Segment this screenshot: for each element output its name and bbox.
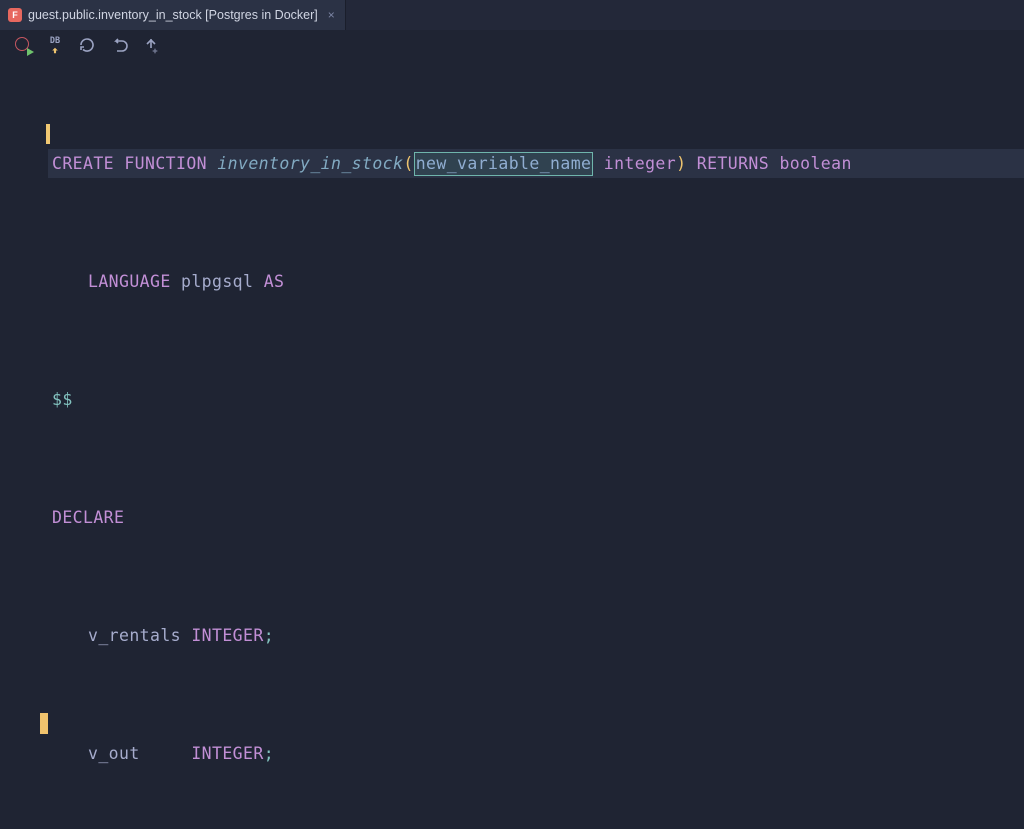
editor-gutter [0, 60, 48, 829]
code-area[interactable]: CREATE FUNCTION inventory_in_stock(new_v… [48, 60, 1024, 829]
run-icon [14, 36, 32, 54]
tab-title: guest.public.inventory_in_stock [Postgre… [28, 8, 318, 22]
editor-tab[interactable]: F guest.public.inventory_in_stock [Postg… [0, 0, 346, 30]
sparkle-arrow-icon [142, 36, 160, 54]
run-button[interactable] [14, 36, 32, 54]
function-badge-icon: F [8, 8, 22, 22]
code-line[interactable]: $$ [48, 385, 1024, 415]
code-line[interactable]: CREATE FUNCTION inventory_in_stock(new_v… [48, 149, 1024, 179]
close-icon[interactable]: × [324, 8, 335, 22]
refresh-button[interactable] [78, 36, 96, 54]
db-label: DB [50, 36, 60, 46]
refresh-icon [78, 36, 96, 54]
commit-button[interactable] [142, 36, 160, 54]
code-line[interactable]: v_rentals INTEGER; [48, 621, 1024, 651]
editor-toolbar: DB [0, 30, 1024, 60]
refactor-highlight[interactable]: new_variable_name [414, 152, 594, 176]
upload-arrow-icon [50, 47, 60, 54]
code-line[interactable]: LANGUAGE plpgsql AS [48, 267, 1024, 297]
undo-icon [110, 36, 128, 54]
tab-bar: F guest.public.inventory_in_stock [Postg… [0, 0, 1024, 30]
change-marker [40, 713, 48, 734]
code-editor[interactable]: CREATE FUNCTION inventory_in_stock(new_v… [0, 60, 1024, 829]
db-submit-button[interactable]: DB [46, 36, 64, 54]
rollback-button[interactable] [110, 36, 128, 54]
code-line[interactable]: v_out INTEGER; [48, 739, 1024, 769]
code-line[interactable]: DECLARE [48, 503, 1024, 533]
